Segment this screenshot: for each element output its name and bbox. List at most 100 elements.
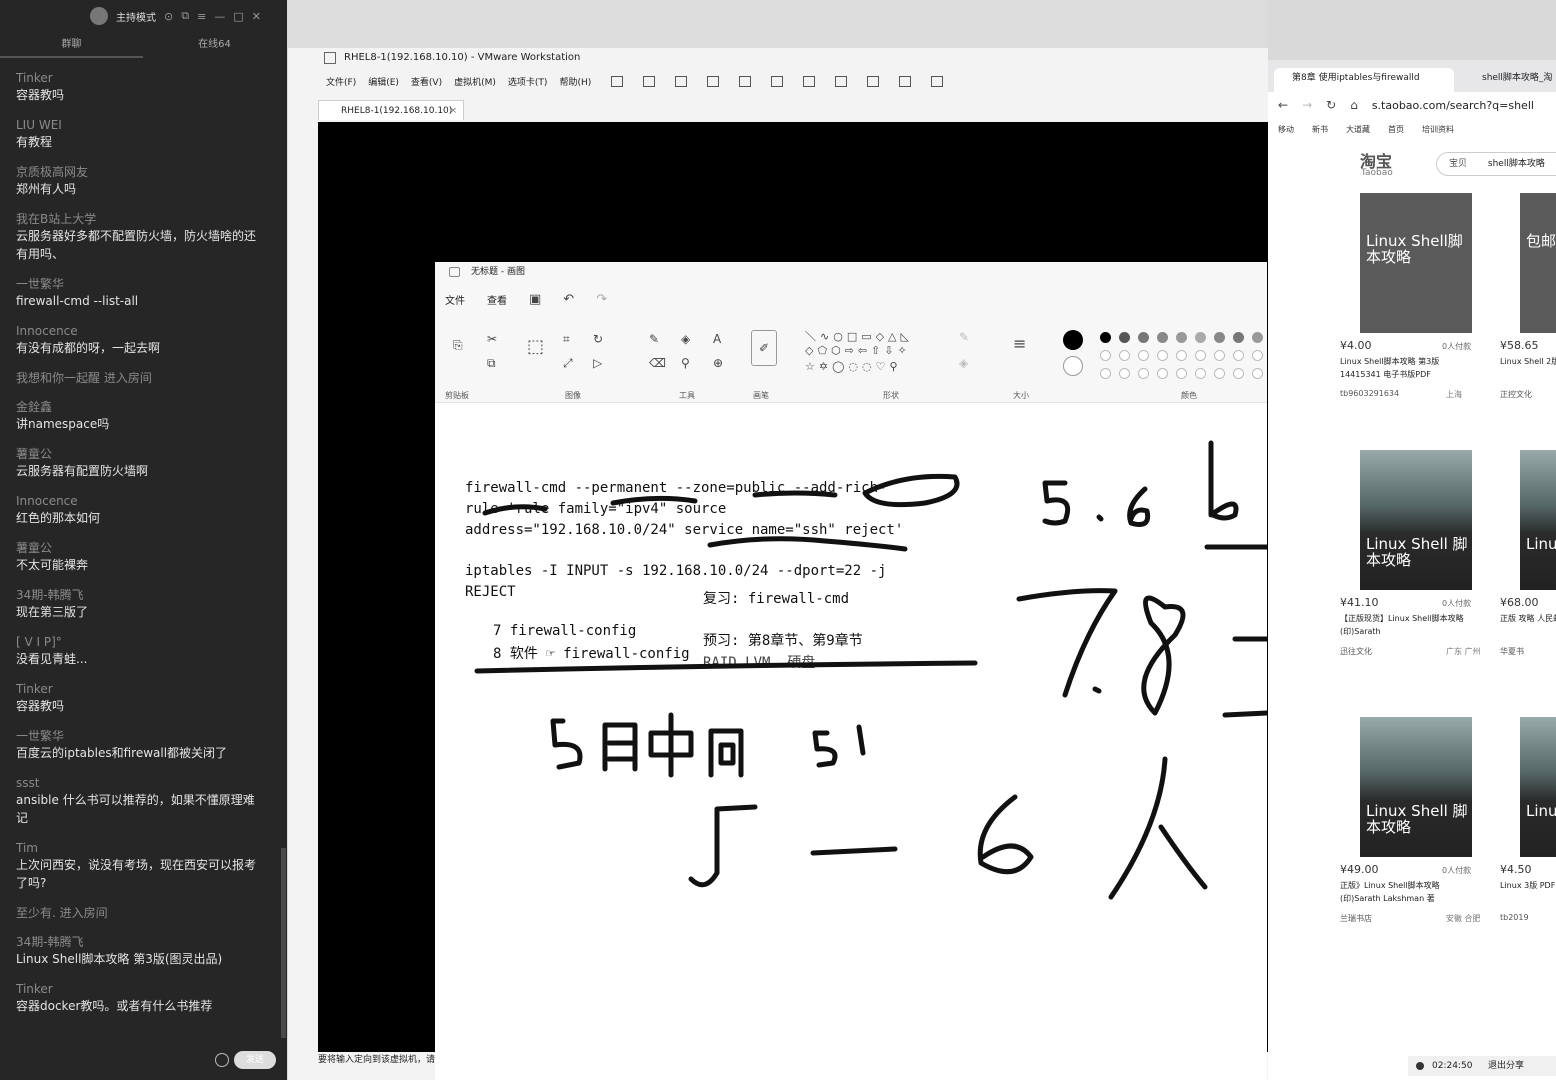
search-scope-select[interactable]: 宝贝 [1449, 159, 1467, 169]
snapshot-icon[interactable] [675, 75, 688, 87]
chat-nickname[interactable]: 一世繁华 [16, 276, 266, 292]
stretch-icon[interactable] [931, 75, 944, 87]
paste-icon[interactable]: ⎘ [453, 338, 463, 353]
product-title[interactable]: 【正版现货】Linux Shell脚本攻略 (印)Sarath [1340, 612, 1464, 638]
menu-file[interactable]: 文件(F) [326, 75, 356, 88]
product-shop[interactable]: tb9603291634 [1340, 389, 1399, 398]
send-button[interactable]: 发送 [234, 1051, 276, 1069]
palette-swatch[interactable] [1100, 368, 1111, 379]
fill-icon[interactable]: ◈ [681, 332, 690, 346]
palette-swatch[interactable] [1252, 332, 1263, 343]
tab-group-chat[interactable]: 群聊 [0, 32, 143, 58]
palette-swatch[interactable] [1138, 332, 1149, 343]
product-shop[interactable]: 兰瑞书店 [1340, 913, 1372, 924]
color-2-swatch[interactable] [1063, 356, 1083, 376]
thumbnail-icon[interactable] [803, 75, 816, 87]
fullscreen-icon[interactable] [835, 75, 848, 87]
palette-swatch[interactable] [1157, 368, 1168, 379]
outline-icon[interactable]: ✎ [959, 330, 969, 344]
product-image[interactable]: Linux 脚本攻 [1520, 450, 1556, 590]
product-image[interactable]: Linu [1520, 717, 1556, 857]
palette-swatch[interactable] [1252, 368, 1263, 379]
size-icon[interactable]: ≡ [1013, 334, 1026, 353]
select-icon[interactable]: ⬚ [527, 336, 544, 357]
pencil-icon[interactable]: ✎ [649, 332, 659, 346]
bookmark-5[interactable]: 培训资料 [1422, 124, 1454, 135]
library-icon[interactable] [771, 75, 784, 87]
palette-swatch[interactable] [1138, 350, 1149, 361]
taobao-search-input[interactable]: 宝贝 shell脚本攻略 [1436, 152, 1556, 176]
bookmark-2[interactable]: 新书 [1312, 124, 1328, 135]
vm-tab[interactable]: RHEL8-1(192.168.10.10) × [318, 100, 464, 120]
product-shop[interactable]: 华夏书 [1500, 646, 1524, 657]
close-tab-icon[interactable]: × [449, 101, 457, 121]
menu-vm[interactable]: 虚拟机(M) [454, 75, 496, 88]
browser-tab-taobao[interactable]: shell脚本攻略_淘 [1464, 68, 1556, 92]
palette-swatch[interactable] [1119, 332, 1130, 343]
palette-swatch[interactable] [1195, 368, 1206, 379]
pause-icon[interactable] [611, 75, 624, 87]
product-title[interactable]: 正版 攻略 人民邮 [1500, 612, 1556, 625]
remove-bg-icon[interactable]: ▷ [593, 356, 602, 370]
maximize-icon[interactable]: □ [233, 10, 243, 23]
copy-icon[interactable]: ⧉ [487, 356, 496, 371]
palette-swatch[interactable] [1195, 332, 1206, 343]
chat-nickname[interactable]: [ V I P]° [16, 634, 266, 650]
menu-tabs[interactable]: 选项卡(T) [508, 75, 548, 88]
home-icon[interactable]: ⌂ [1350, 98, 1358, 112]
brush-icon[interactable]: ✐ [751, 330, 777, 366]
bookmark-3[interactable]: 大道藏 [1346, 124, 1370, 135]
resize-icon[interactable]: ⤢ [563, 356, 573, 371]
color-picker-icon[interactable]: ⚲ [681, 356, 690, 370]
palette-swatch[interactable] [1252, 350, 1263, 361]
browser-tab-active[interactable]: 第8章 使用iptables与firewalld [1274, 68, 1454, 92]
chat-nickname[interactable]: Innocence [16, 323, 266, 339]
palette-swatch[interactable] [1138, 368, 1149, 379]
product-image[interactable]: Linux Shell脚本攻略 [1360, 193, 1472, 333]
palette-swatch[interactable] [1176, 332, 1187, 343]
address-bar[interactable]: s.taobao.com/search?q=shell [1372, 99, 1534, 112]
chat-nickname[interactable]: ssst [16, 775, 266, 791]
menu-help[interactable]: 帮助(H) [559, 75, 591, 88]
palette-swatch[interactable] [1233, 332, 1244, 343]
magnifier-icon[interactable]: ⊕ [713, 356, 723, 370]
product-title[interactable]: 正版》Linux Shell脚本攻略 (印)Sarath Lakshman 著 [1340, 879, 1464, 905]
reload-icon[interactable]: ↻ [1326, 98, 1336, 112]
product-title[interactable]: Linux Shell脚本攻略 第3版 14415341 电子书版PDF [1340, 355, 1464, 381]
send-keys-icon[interactable] [643, 75, 656, 87]
chat-nickname[interactable]: Innocence [16, 493, 266, 509]
chat-nickname[interactable]: 京质极高网友 [16, 164, 266, 180]
menu-view[interactable]: 查看(V) [411, 75, 442, 88]
back-icon[interactable]: ← [1278, 98, 1288, 112]
close-icon[interactable]: ✕ [252, 10, 261, 23]
undo-icon[interactable]: ↶ [563, 292, 574, 307]
paint-menu-file[interactable]: 文件 [445, 292, 465, 307]
console-icon[interactable] [899, 75, 912, 87]
chat-nickname[interactable]: 我在B站上大学 [16, 211, 266, 227]
palette-swatch[interactable] [1214, 332, 1225, 343]
shapes-row-2-icon[interactable]: ◇⬠⬡⇨⇦⇧⇩✧ [805, 344, 911, 357]
palette-swatch[interactable] [1195, 350, 1206, 361]
color-1-swatch[interactable] [1063, 330, 1083, 350]
chat-nickname[interactable]: 薯童公 [16, 540, 266, 556]
chat-nickname[interactable]: Tinker [16, 981, 266, 997]
rotate-icon[interactable]: ↻ [593, 332, 603, 346]
tab-online[interactable]: 在线64 [143, 32, 286, 58]
bookmark-1[interactable]: 移动 [1278, 124, 1294, 135]
palette-swatch[interactable] [1233, 350, 1244, 361]
product-image[interactable]: Linux Shell 脚本攻略 [1360, 717, 1472, 857]
shape-fill-icon[interactable]: ◈ [959, 356, 968, 370]
product-shop[interactable]: 迅往文化 [1340, 646, 1372, 657]
shapes-row-3-icon[interactable]: ☆✡◯◌◌♡⚲ [805, 360, 902, 373]
emoji-icon[interactable] [215, 1053, 229, 1067]
palette-swatch[interactable] [1214, 350, 1225, 361]
chat-nickname[interactable]: LIU WEI [16, 117, 266, 133]
chat-nickname[interactable]: Tim [16, 840, 266, 856]
chat-scrollbar[interactable] [281, 848, 286, 1038]
save-icon[interactable]: ▣ [529, 292, 541, 307]
chat-nickname[interactable]: 一世繁华 [16, 728, 266, 744]
shapes-row-1-icon[interactable]: ＼∿○□▭◇△◺ [805, 328, 913, 344]
menu-icon[interactable]: ≡ [197, 10, 206, 23]
minimize-icon[interactable]: — [214, 10, 225, 23]
bookmark-4[interactable]: 首页 [1388, 124, 1404, 135]
